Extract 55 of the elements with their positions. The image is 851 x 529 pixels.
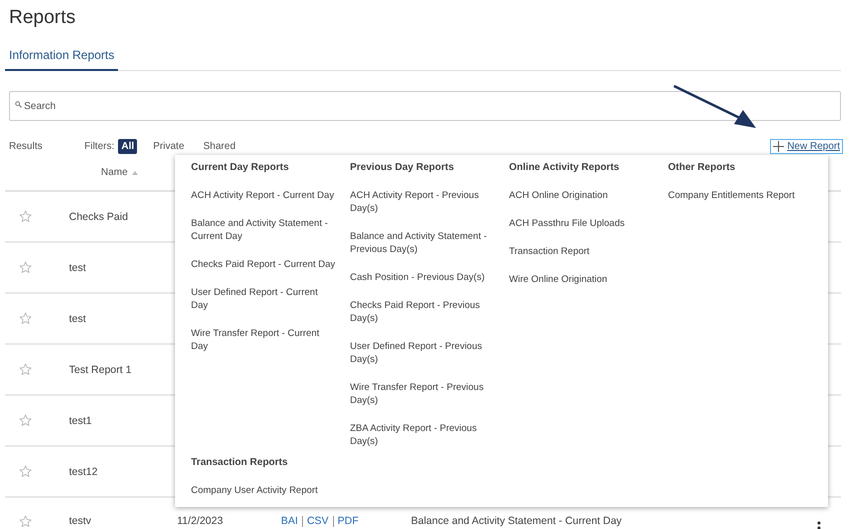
tab[interactable]: Information Reports bbox=[5, 42, 118, 71]
menu-item[interactable]: Company User Activity Report bbox=[191, 484, 337, 497]
sort-icon bbox=[132, 170, 138, 174]
star-icon[interactable] bbox=[19, 210, 32, 223]
star-icon[interactable] bbox=[19, 515, 32, 528]
menu-item[interactable]: Company Entitlements Report bbox=[668, 189, 814, 202]
report-name: testv bbox=[69, 515, 92, 527]
menu-item[interactable]: Checks Paid Report - Current Day bbox=[191, 258, 337, 271]
report-type: Balance and Activity Statement - Current Day bbox=[411, 515, 622, 527]
format-link[interactable]: CSV bbox=[306, 515, 329, 527]
star-icon[interactable] bbox=[19, 363, 32, 376]
report-name: test12 bbox=[69, 466, 99, 478]
menu-item[interactable]: User Defined Report - Current Day bbox=[191, 286, 337, 312]
menu-item[interactable]: Balance and Activity Statement - Previous Day(s) bbox=[350, 230, 496, 256]
new-report-button[interactable]: New Report bbox=[770, 138, 843, 154]
format-link[interactable]: PDF bbox=[338, 515, 359, 527]
menu-item[interactable]: Transaction Report bbox=[509, 245, 655, 258]
menu-heading: Online Activity Reports bbox=[509, 161, 620, 175]
menu-item[interactable]: Wire Transfer Report - Previous Day(s) bbox=[350, 381, 496, 407]
filter-button[interactable]: Shared bbox=[200, 138, 239, 154]
filter-button[interactable]: Private bbox=[150, 138, 188, 154]
menu-item[interactable]: Wire Transfer Report - Current Day bbox=[191, 327, 337, 353]
menu-heading: Previous Day Reports bbox=[350, 161, 455, 175]
star-icon[interactable] bbox=[19, 261, 32, 274]
report-name: test bbox=[69, 312, 87, 324]
page-title: Reports bbox=[8, 6, 77, 30]
star-icon[interactable] bbox=[19, 414, 32, 427]
menu-item[interactable]: User Defined Report - Previous Day(s) bbox=[350, 340, 496, 366]
menu-item[interactable]: ACH Activity Report - Previous Day(s) bbox=[350, 189, 496, 215]
menu-item[interactable]: ACH Passthru File Uploads bbox=[509, 217, 655, 230]
menu-item[interactable]: ACH Online Origination bbox=[509, 189, 655, 202]
menu-heading: Transaction Reports bbox=[191, 456, 289, 470]
menu-item[interactable]: ACH Activity Report - Current Day bbox=[191, 189, 337, 202]
format-link[interactable]: BAI bbox=[281, 515, 298, 527]
menu-item[interactable]: ZBA Activity Report - Previous Day(s) bbox=[350, 422, 496, 448]
report-name: Checks Paid bbox=[69, 210, 129, 222]
report-name: test1 bbox=[69, 414, 93, 426]
filters-label: Filters: bbox=[84, 140, 114, 152]
date-text: 11/2/2023 bbox=[177, 515, 224, 527]
menu-item[interactable]: Checks Paid Report - Previous Day(s) bbox=[350, 299, 496, 325]
search-field[interactable]: Search bbox=[9, 91, 841, 121]
star-icon[interactable] bbox=[19, 465, 32, 478]
search-icon bbox=[15, 101, 22, 108]
menu-item[interactable]: Balance and Activity Statement - Current Day bbox=[191, 217, 337, 243]
star-icon[interactable] bbox=[19, 312, 32, 325]
results-label: Results bbox=[9, 140, 42, 152]
menu-item[interactable]: Cash Position - Previous Day(s) bbox=[350, 271, 496, 284]
plus-icon bbox=[773, 140, 784, 152]
report-name: Test Report 1 bbox=[69, 364, 132, 376]
filter-button[interactable]: All bbox=[118, 138, 138, 154]
menu-heading: Other Reports bbox=[668, 161, 736, 175]
report-name: test bbox=[69, 262, 87, 274]
column-header[interactable]: Name bbox=[101, 167, 138, 178]
menu-item[interactable]: Wire Online Origination bbox=[509, 273, 655, 286]
menu-heading: Current Day Reports bbox=[191, 161, 290, 175]
